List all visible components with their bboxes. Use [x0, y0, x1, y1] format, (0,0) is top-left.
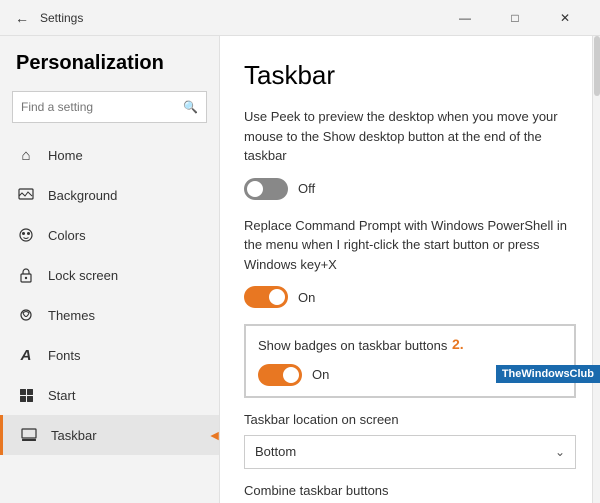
start-icon: [16, 385, 36, 405]
watermark: TheWindowsClub: [496, 365, 600, 383]
sidebar-item-themes[interactable]: Themes: [0, 295, 219, 335]
sidebar-item-label-lockscreen: Lock screen: [48, 268, 118, 283]
combine-title: Combine taskbar buttons: [244, 483, 576, 498]
annotation-2-label: 2.: [452, 336, 464, 352]
fonts-icon: A: [16, 345, 36, 365]
scrollbar-track[interactable]: [592, 36, 600, 503]
sidebar-item-label-colors: Colors: [48, 228, 86, 243]
location-dropdown[interactable]: Bottom ⌄: [244, 435, 576, 469]
content-area: Taskbar Use Peek to preview the desktop …: [220, 36, 600, 503]
search-input[interactable]: [21, 100, 183, 114]
location-dropdown-arrow: ⌄: [555, 445, 565, 459]
home-icon: ⌂: [16, 145, 36, 165]
annotation-1-label: ◄ 1.: [208, 427, 220, 443]
close-button[interactable]: ✕: [542, 4, 588, 32]
app-body: Personalization 🔍 ⌂ Home Background Colo…: [0, 36, 600, 503]
peek-toggle-row: Off: [244, 178, 576, 200]
themes-icon: [16, 305, 36, 325]
sidebar-item-lockscreen[interactable]: Lock screen: [0, 255, 219, 295]
replace-toggle[interactable]: [244, 286, 288, 308]
lock-icon: [16, 265, 36, 285]
peek-description: Use Peek to preview the desktop when you…: [244, 107, 576, 166]
badges-description: Show badges on taskbar buttons: [258, 336, 562, 356]
sidebar-item-label-themes: Themes: [48, 308, 95, 323]
background-icon: [16, 185, 36, 205]
badges-toggle[interactable]: [258, 364, 302, 386]
sidebar-item-fonts[interactable]: A Fonts: [0, 335, 219, 375]
page-title: Taskbar: [244, 60, 576, 91]
minimize-button[interactable]: —: [442, 4, 488, 32]
sidebar-item-colors[interactable]: Colors: [0, 215, 219, 255]
window-controls: — □ ✕: [442, 4, 588, 32]
location-title: Taskbar location on screen: [244, 412, 576, 427]
sidebar-item-label-taskbar: Taskbar: [51, 428, 97, 443]
window-title: Settings: [40, 11, 83, 25]
sidebar-header: Personalization: [0, 36, 219, 83]
peek-toggle[interactable]: [244, 178, 288, 200]
taskbar-icon: [19, 425, 39, 445]
peek-toggle-label: Off: [298, 181, 315, 196]
badges-toggle-label: On: [312, 367, 329, 382]
sidebar-item-label-home: Home: [48, 148, 83, 163]
back-button[interactable]: ←: [12, 8, 32, 28]
replace-toggle-row: On: [244, 286, 576, 308]
colors-icon: [16, 225, 36, 245]
sidebar-item-background[interactable]: Background: [0, 175, 219, 215]
location-value: Bottom: [255, 444, 555, 459]
sidebar-item-home[interactable]: ⌂ Home: [0, 135, 219, 175]
sidebar: Personalization 🔍 ⌂ Home Background Colo…: [0, 36, 220, 503]
replace-description: Replace Command Prompt with Windows Powe…: [244, 216, 576, 275]
search-box[interactable]: 🔍: [12, 91, 207, 123]
sidebar-item-label-fonts: Fonts: [48, 348, 81, 363]
title-bar: ← Settings — □ ✕: [0, 0, 600, 36]
scrollbar-thumb[interactable]: [594, 36, 600, 96]
maximize-button[interactable]: □: [492, 4, 538, 32]
search-icon: 🔍: [183, 100, 198, 114]
badges-section: 2. Show badges on taskbar buttons On: [244, 324, 576, 398]
sidebar-item-taskbar[interactable]: Taskbar ◄ 1.: [0, 415, 219, 455]
sidebar-item-label-start: Start: [48, 388, 75, 403]
sidebar-item-start[interactable]: Start: [0, 375, 219, 415]
replace-toggle-label: On: [298, 290, 315, 305]
sidebar-item-label-background: Background: [48, 188, 117, 203]
